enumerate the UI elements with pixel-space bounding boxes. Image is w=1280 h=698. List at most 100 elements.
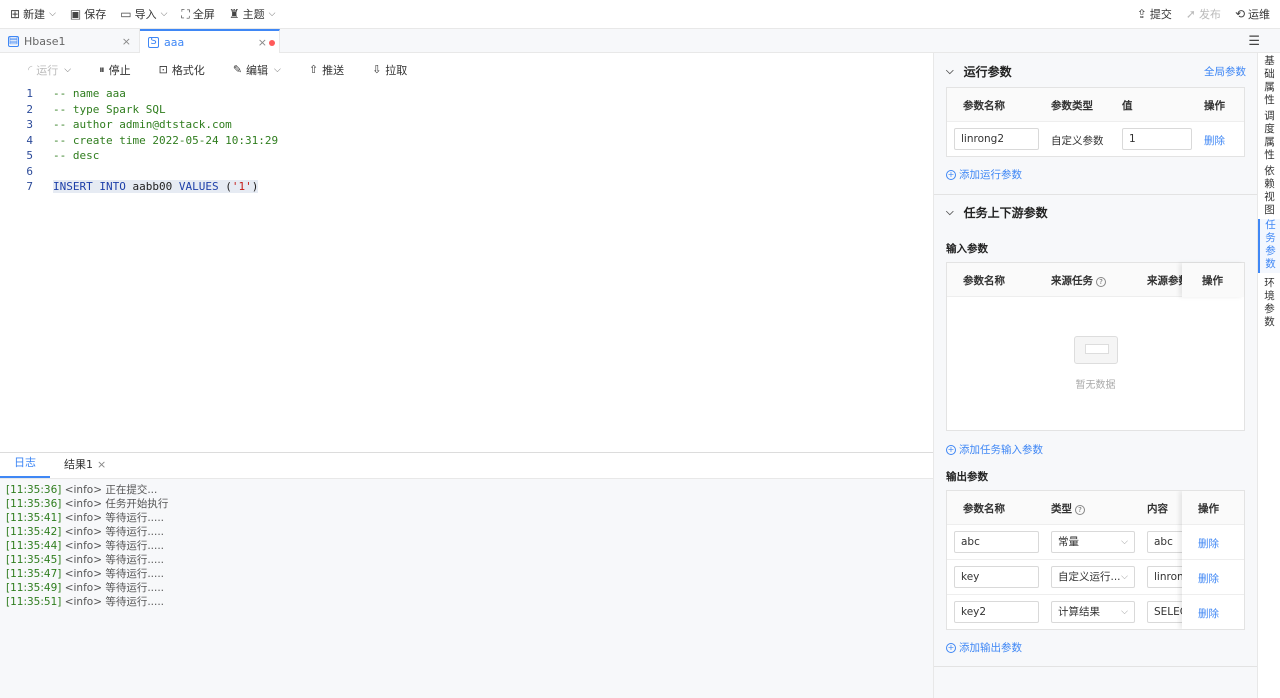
chevron-down-icon: ⌵ <box>1121 607 1128 617</box>
save-icon: ▣ <box>69 7 82 21</box>
side-tab-task-params[interactable]: 任务参数 <box>1258 219 1280 273</box>
output-name-input[interactable]: key2 <box>954 601 1039 623</box>
log-line: [11:35:44] <info> 等待运行..... <box>6 540 165 552</box>
op-column: 操作 <box>1182 263 1244 297</box>
input-params-table: 参数名称 来源任务? 来源参数 操作 暂无数据 <box>946 262 1245 431</box>
log-line: [11:35:36] <info> 正在提交... <box>6 484 158 496</box>
empty-state: 暂无数据 <box>947 297 1244 430</box>
global-params-link[interactable]: 全局参数 <box>1204 64 1246 79</box>
code-line: 1 -- name aaa <box>26 87 126 101</box>
fullscreen-button[interactable]: ⛶ 全屏 <box>181 6 214 22</box>
plus-circle-icon: + <box>946 444 956 455</box>
side-tabs: 基础属性 调度属性 依赖视图 任务参数 环境参数 <box>1257 53 1280 698</box>
sql-file-icon: S <box>148 36 159 48</box>
log-line: [11:35:51] <info> 等待运行..... <box>6 596 165 608</box>
edit-icon: ✎ <box>232 63 243 76</box>
menu-list-icon[interactable]: ☰ <box>1248 34 1260 49</box>
add-input-param-button[interactable]: + 添加任务输入参数 <box>946 442 1043 457</box>
task-params-panel: ⌵ 运行参数 全局参数 参数名称 参数类型 值 操作 linrong2 自定义参… <box>933 53 1258 698</box>
format-button[interactable]: ⊡ 格式化 <box>159 62 205 78</box>
delete-button[interactable]: 删除 <box>1198 606 1219 621</box>
log-line: [11:35:47] <info> 等待运行..... <box>6 568 165 580</box>
edit-button[interactable]: ✎ 编辑 ⌵ <box>233 62 281 78</box>
run-params-header[interactable]: ⌵ 运行参数 全局参数 <box>934 54 1258 88</box>
shirt-icon: ♜ <box>228 7 240 21</box>
chevron-down-icon: ⌵ <box>1121 572 1128 582</box>
push-button[interactable]: ⇧ 推送 <box>309 62 344 78</box>
chevron-down-icon: ⌵ <box>1121 537 1128 547</box>
upload-icon: ⇪ <box>1136 7 1147 21</box>
empty-box-icon <box>1073 336 1118 364</box>
ops-button[interactable]: ⟲ 运维 <box>1235 6 1270 22</box>
chevron-down-icon: ⌵ <box>160 9 168 19</box>
code-editor: ◜ 运行 ⌵ ⏸ 停止 ⊡ 格式化 ✎ 编辑 ⌵ ⇧ 推送 ⇩ 拉取 1 -- name aaa … <box>0 53 933 451</box>
param-name-input[interactable]: linrong2 <box>954 128 1039 150</box>
table-header: 参数名称 参数类型 值 操作 <box>947 88 1244 122</box>
close-icon[interactable]: × <box>122 35 131 48</box>
side-tab-dependency[interactable]: 依赖视图 <box>1258 165 1280 217</box>
log-line: [11:35:41] <info> 等待运行..... <box>6 512 165 524</box>
tab-hbase1[interactable]: ▤ Hbase1 × <box>0 29 140 53</box>
send-icon: ➚ <box>1185 7 1196 21</box>
output-name-input[interactable]: key <box>954 566 1039 588</box>
code-line: 3 -- author admin@dtstack.com <box>26 118 232 132</box>
pull-button[interactable]: ⇩ 拉取 <box>372 62 407 78</box>
delete-button[interactable]: 删除 <box>1204 133 1225 148</box>
divider <box>934 666 1258 667</box>
theme-button[interactable]: ♜ 主题 ⌵ <box>229 6 276 22</box>
side-tab-env-params[interactable]: 环境参数 <box>1258 277 1280 329</box>
table-row: linrong2 自定义参数 1 删除 <box>947 122 1244 157</box>
stop-button[interactable]: ⏸ 停止 <box>99 62 131 78</box>
log-line: [11:35:49] <info> 等待运行..... <box>6 582 165 594</box>
output-name-input[interactable]: abc <box>954 531 1039 553</box>
chevron-down-icon: ⌵ <box>268 9 276 19</box>
tab-aaa[interactable]: S aaa × <box>140 29 280 53</box>
tab-log[interactable]: 日志 <box>0 454 50 478</box>
log-line: [11:35:36] <info> 任务开始执行 <box>6 498 169 510</box>
delete-button[interactable]: 删除 <box>1198 536 1219 551</box>
code-area[interactable]: 1 -- name aaa 2 -- type Spark SQL 3 -- auth… <box>0 86 933 195</box>
chevron-down-icon: ⌵ <box>64 64 72 75</box>
chevron-down-icon: ⌵ <box>49 9 56 19</box>
save-button[interactable]: ▣ 保存 <box>70 6 106 22</box>
delete-button[interactable]: 删除 <box>1198 571 1219 586</box>
add-run-param-button[interactable]: + 添加运行参数 <box>946 167 1022 182</box>
add-output-param-button[interactable]: + 添加输出参数 <box>946 640 1022 655</box>
editor-toolbar: ◜ 运行 ⌵ ⏸ 停止 ⊡ 格式化 ✎ 编辑 ⌵ ⇧ 推送 ⇩ 拉取 <box>0 53 933 86</box>
chevron-down-icon: ⌵ <box>946 206 954 218</box>
output-panel: 日志 结果1 × [11:35:36] <info> 正在提交... [11:35… <box>0 452 933 698</box>
log-line: [11:35:42] <info> 等待运行..... <box>6 526 165 538</box>
publish-button[interactable]: ➚ 发布 <box>1186 6 1221 22</box>
top-toolbar: ⊞ 新建 ⌵ ▣ 保存 ▭ 导入 ⌵ ⛶ 全屏 ♜ 主题 ⌵ ⇪ 提交 ➚ 发布 ⟲ 运维 <box>0 0 1280 29</box>
task-params-header[interactable]: ⌵ 任务上下游参数 <box>934 195 1258 229</box>
code-line: 5 -- desc <box>26 149 100 163</box>
loading-icon: ◜ <box>28 63 33 76</box>
output-type-select[interactable]: 计算结果 ⌵ <box>1051 601 1135 623</box>
side-tab-basic[interactable]: 基础属性 <box>1258 55 1280 107</box>
submit-button[interactable]: ⇪ 提交 <box>1137 6 1172 22</box>
help-icon[interactable]: ? <box>1075 505 1085 515</box>
run-params-table: 参数名称 参数类型 值 操作 linrong2 自定义参数 1 删除 <box>946 87 1245 157</box>
close-icon[interactable]: × <box>258 36 267 49</box>
code-line: 2 -- type Spark SQL <box>26 102 166 116</box>
push-icon: ⇧ <box>308 63 319 76</box>
output-type-select[interactable]: 常量 ⌵ <box>1051 531 1135 553</box>
help-icon[interactable]: ? <box>1096 277 1106 287</box>
import-button[interactable]: ▭ 导入 ⌵ <box>120 6 167 22</box>
chevron-down-icon: ⌵ <box>274 64 281 75</box>
param-value-input[interactable]: 1 <box>1122 128 1192 150</box>
output-type-select[interactable]: 自定义运行... ⌵ <box>1051 566 1135 588</box>
log-line: [11:35:45] <info> 等待运行..... <box>6 554 165 566</box>
unsaved-dot-icon <box>269 40 275 46</box>
plus-circle-icon: + <box>946 642 956 653</box>
code-line: 6 <box>26 164 33 178</box>
code-line: 7 INSERT INTO aabb00 VALUES ('1') <box>26 180 259 194</box>
pause-icon: ⏸ <box>99 62 105 76</box>
new-button[interactable]: ⊞ 新建 ⌵ <box>10 6 56 22</box>
close-icon[interactable]: × <box>97 458 106 471</box>
run-button[interactable]: ◜ 运行 ⌵ <box>28 62 71 78</box>
side-tab-schedule[interactable]: 调度属性 <box>1258 110 1280 162</box>
output-params-title: 输出参数 <box>946 471 988 483</box>
tab-result-1[interactable]: 结果1 × <box>50 456 120 478</box>
op-column: 操作 删除 删除 删除 <box>1182 491 1244 629</box>
